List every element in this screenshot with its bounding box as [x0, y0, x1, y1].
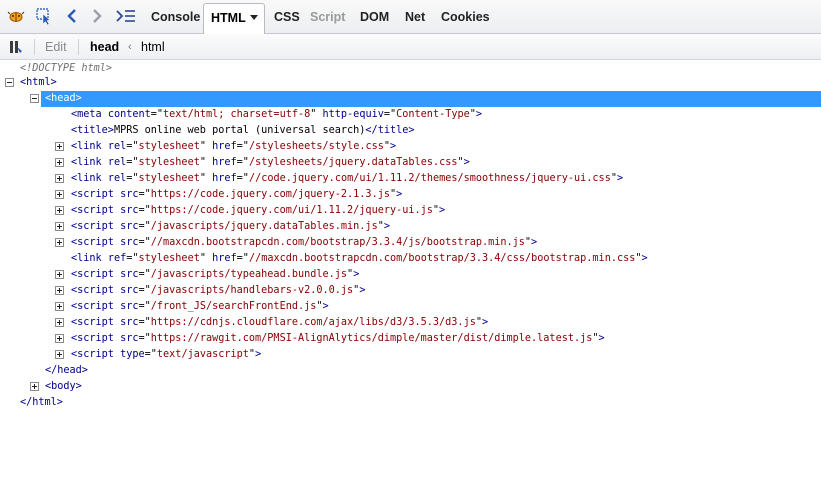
tree-row-html-close[interactable]: </html> [0, 395, 63, 411]
script-tag[interactable]: <script src="https://code.jquery.com/ui/… [71, 203, 445, 219]
tree-row-head[interactable]: <head> [0, 91, 82, 107]
breadcrumb-separator-icon: ‹ [128, 41, 132, 53]
tree-row-script[interactable]: <script src="https://cdnjs.cloudflare.co… [0, 315, 488, 331]
tree-row-html[interactable]: <html> [0, 75, 57, 91]
link-tag[interactable]: <link rel="stylesheet" href="//code.jque… [71, 171, 623, 187]
html-panel-toolbar: Edit head ‹ html [0, 34, 821, 60]
script-tag[interactable]: <script src="/javascripts/typeahead.bund… [71, 267, 359, 283]
tab-dom[interactable]: DOM [353, 4, 396, 31]
tree-row-script[interactable]: <script src="https://code.jquery.com/jqu… [0, 187, 402, 203]
expand-toggle-icon[interactable] [55, 286, 64, 295]
toolbar-divider [34, 39, 35, 55]
script-tag[interactable]: <script type="text/javascript"> [71, 347, 261, 363]
chevron-down-icon[interactable] [249, 15, 258, 21]
tree-row-script[interactable]: <script src="https://code.jquery.com/ui/… [0, 203, 445, 219]
script-tag[interactable]: <script src="/front_JS/searchFrontEnd.js… [71, 299, 329, 315]
expand-toggle-icon[interactable] [55, 206, 64, 215]
expand-toggle-icon[interactable] [55, 158, 64, 167]
expand-toggle-icon[interactable] [55, 142, 64, 151]
link-tag[interactable]: <link rel="stylesheet" href="/stylesheet… [71, 139, 396, 155]
expand-toggle-icon[interactable] [30, 382, 39, 391]
break-on-mutate-icon[interactable] [5, 36, 27, 58]
script-tag[interactable]: <script src="https://code.jquery.com/jqu… [71, 187, 402, 203]
tab-html-label: HTML [211, 11, 246, 25]
edit-button[interactable]: Edit [45, 34, 67, 60]
body-open-tag[interactable]: <body> [45, 379, 82, 395]
firebug-toolbar: Console HTML CSS Script DOM Net Cookies [0, 0, 821, 34]
title-tag[interactable]: <title>MPRS online web portal (universal… [71, 123, 415, 139]
tree-row-script[interactable]: <script src="/javascripts/handlebars-v2.… [0, 283, 365, 299]
tree-row-meta[interactable]: <meta content="text/html; charset=utf-8"… [0, 107, 482, 123]
expand-toggle-icon[interactable] [55, 334, 64, 343]
tree-row-link[interactable]: <link rel="stylesheet" href="/stylesheet… [0, 155, 470, 171]
expand-toggle-icon[interactable] [55, 270, 64, 279]
head-close-tag[interactable]: </head> [45, 363, 88, 379]
selected-row-highlight [41, 91, 821, 107]
link-tag[interactable]: <link rel="stylesheet" href="/stylesheet… [71, 155, 470, 171]
html-close-tag[interactable]: </html> [20, 395, 63, 411]
tree-row-script[interactable]: <script src="//maxcdn.bootstrapcdn.com/b… [0, 235, 537, 251]
expand-toggle-icon[interactable] [55, 222, 64, 231]
tree-row-script[interactable]: <script src="https://rawgit.com/PMSI-Ali… [0, 331, 605, 347]
head-open-tag[interactable]: <head> [45, 91, 82, 107]
breadcrumb-html[interactable]: html [141, 34, 165, 60]
script-tag[interactable]: <script src="//maxcdn.bootstrapcdn.com/b… [71, 235, 537, 251]
tree-row-script[interactable]: <script src="/javascripts/typeahead.bund… [0, 267, 359, 283]
tree-row-script[interactable]: <script src="/front_JS/searchFrontEnd.js… [0, 299, 329, 315]
meta-tag[interactable]: <meta content="text/html; charset=utf-8"… [71, 107, 482, 123]
expand-toggle-icon[interactable] [55, 302, 64, 311]
expand-toggle-icon[interactable] [55, 190, 64, 199]
script-tag[interactable]: <script src="/javascripts/jquery.dataTab… [71, 219, 390, 235]
link-tag[interactable]: <link ref="stylesheet" href="//maxcdn.bo… [71, 251, 648, 267]
tree-row-script[interactable]: <script type="text/javascript"> [0, 347, 261, 363]
tab-cookies[interactable]: Cookies [434, 4, 497, 31]
firebug-bug-icon[interactable] [5, 5, 27, 27]
collapse-toggle-icon[interactable] [5, 78, 14, 87]
html-tree: <!DOCTYPE html> <html> <head> <meta cont… [0, 61, 821, 496]
tab-net[interactable]: Net [398, 4, 432, 31]
script-tag[interactable]: <script src="https://cdnjs.cloudflare.co… [71, 315, 488, 331]
html-open-tag[interactable]: <html> [20, 75, 57, 91]
breadcrumb-head[interactable]: head [90, 34, 119, 60]
tree-row-link[interactable]: <link rel="stylesheet" href="//code.jque… [0, 171, 623, 187]
tree-row-head-close[interactable]: </head> [0, 363, 88, 379]
expand-toggle-icon[interactable] [55, 174, 64, 183]
expand-toggle-icon[interactable] [55, 350, 64, 359]
tab-script[interactable]: Script [303, 4, 352, 31]
inspect-element-icon[interactable] [33, 5, 55, 27]
expand-toggle-icon[interactable] [55, 318, 64, 327]
tab-css[interactable]: CSS [267, 4, 307, 31]
script-tag[interactable]: <script src="https://rawgit.com/PMSI-Ali… [71, 331, 605, 347]
command-line-icon[interactable] [113, 5, 139, 27]
collapse-toggle-icon[interactable] [30, 94, 39, 103]
script-tag[interactable]: <script src="/javascripts/handlebars-v2.… [71, 283, 365, 299]
tree-row-title[interactable]: <title>MPRS online web portal (universal… [0, 123, 415, 139]
forward-arrow-icon[interactable] [86, 5, 108, 27]
expand-toggle-icon[interactable] [55, 238, 64, 247]
back-arrow-icon[interactable] [61, 5, 83, 27]
toolbar-divider [78, 39, 79, 55]
tree-row-link[interactable]: <link ref="stylesheet" href="//maxcdn.bo… [0, 251, 648, 267]
tree-row-body[interactable]: <body> [0, 379, 82, 395]
tree-row-script[interactable]: <script src="/javascripts/jquery.dataTab… [0, 219, 390, 235]
tab-console[interactable]: Console [144, 4, 207, 31]
tree-row-link[interactable]: <link rel="stylesheet" href="/stylesheet… [0, 139, 396, 155]
tab-html[interactable]: HTML [203, 3, 265, 34]
